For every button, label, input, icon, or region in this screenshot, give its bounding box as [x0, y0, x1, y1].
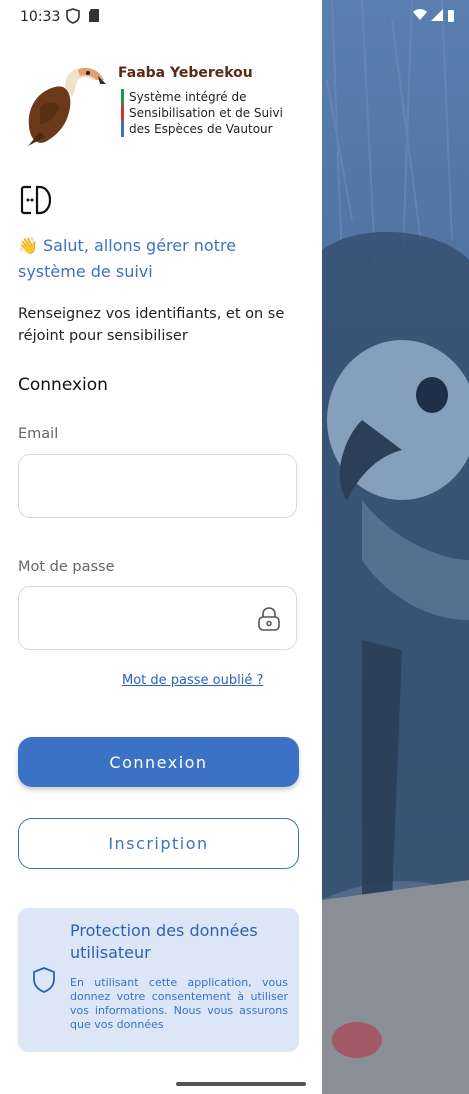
- wifi-icon: [413, 9, 427, 20]
- login-door-icon: [20, 184, 52, 220]
- brand-bar-red: [121, 105, 124, 121]
- intro-text: Renseignez vos identifiants, et on se ré…: [18, 306, 285, 344]
- email-field[interactable]: [18, 454, 297, 518]
- brand-subtitle-line-2: Sensibilisation et de Suivi: [129, 106, 283, 120]
- register-button[interactable]: Inscription: [18, 818, 299, 869]
- brand-subtitle-line-1: Système intégré de: [129, 90, 247, 104]
- brand-title: Faaba Yeberekou: [118, 65, 253, 81]
- sd-card-icon: [89, 9, 99, 22]
- privacy-notice-card: Protection des données utilisateur En ut…: [18, 908, 299, 1052]
- login-heading: Connexion: [18, 375, 108, 395]
- brand-bar-green: [121, 89, 124, 105]
- password-field[interactable]: [18, 586, 297, 650]
- status-bar: 10:33: [0, 0, 469, 36]
- app-logo: [20, 62, 106, 146]
- shield-status-icon: [66, 8, 80, 24]
- login-button[interactable]: Connexion: [18, 737, 299, 787]
- brand-subtitle: Système intégré de Sensibilisation et de…: [118, 89, 318, 137]
- email-label: Email: [18, 426, 59, 442]
- password-label: Mot de passe: [18, 559, 115, 575]
- home-indicator[interactable]: [176, 1082, 306, 1086]
- greeting-text: 👋 Salut, allons gérer notre système de s…: [18, 236, 237, 281]
- forgot-password-link[interactable]: Mot de passe oublié ?: [122, 673, 263, 688]
- privacy-title: Protection des données utilisateur: [70, 921, 258, 962]
- signal-icon: [431, 9, 443, 21]
- status-time: 10:33: [20, 9, 61, 25]
- lock-icon: [258, 607, 280, 631]
- brand-block: Faaba Yeberekou Système intégré de Sensi…: [118, 65, 318, 137]
- status-icons-right: [413, 9, 455, 22]
- shield-icon: [32, 966, 56, 998]
- password-visibility-toggle[interactable]: [256, 606, 282, 636]
- brand-bar-blue: [121, 121, 124, 137]
- brand-subtitle-line-3: des Espèces de Vautour: [129, 122, 273, 136]
- status-icons-left: [66, 8, 100, 24]
- vulture-logo-icon: [28, 67, 106, 146]
- privacy-text: En utilisant cette application, vous don…: [70, 976, 288, 1031]
- battery-icon: [448, 10, 454, 22]
- vulture-background-image: [322, 0, 469, 1094]
